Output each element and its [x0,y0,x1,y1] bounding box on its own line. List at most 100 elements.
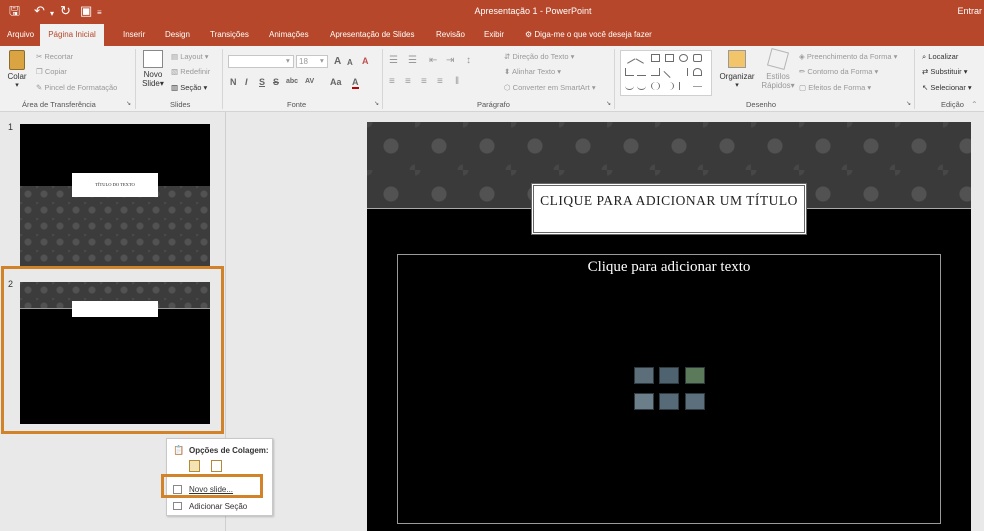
bold-button[interactable]: N [230,77,237,87]
slide-thumbnail-1[interactable]: TÍTULO DO TEXTO [20,124,210,266]
paste-options-icon: 📋 [173,445,185,455]
tab-exibir[interactable]: Exibir [480,24,508,46]
rectangle-shape-icon[interactable] [665,54,674,62]
group-label-drawing: Desenho [746,100,777,109]
shape-fill-button[interactable]: ◈ Preenchimento da Forma ▾ [799,52,897,61]
grow-font-icon[interactable]: A [334,56,341,67]
rectangle-shape-icon[interactable] [651,54,660,62]
increase-indent-icon[interactable]: ⇥ [446,55,454,66]
arc-shape-icon[interactable] [625,82,634,90]
arrow-shape-icon[interactable] [679,68,688,76]
layout-button[interactable]: ▤ Layout ▾ [171,52,209,61]
shadow-button[interactable]: abc [286,78,298,85]
slide-canvas[interactable]: CLIQUE PARA ADICIONAR UM TÍTULO Clique p… [367,122,971,531]
align-text-button[interactable]: ⬍ Alinhar Texto ▾ [504,67,561,76]
menu-item-add-section[interactable]: Adicionar Seção [189,502,247,511]
text-direction-button[interactable]: ⇵ Direção do Texto ▾ [504,52,574,61]
char-spacing-button[interactable]: AV [305,78,314,85]
insert-chart-icon[interactable] [659,367,679,384]
chevron-down-icon[interactable]: ▾ [320,56,324,65]
quick-styles-button[interactable]: Estilos Rápidos▾ [760,47,796,90]
tell-me-box[interactable]: ⚙ Diga-me o que você deseja fazer [521,24,656,46]
arrow-shape-icon[interactable] [635,52,648,64]
shape-outline-button[interactable]: ✏ Contorno da Forma ▾ [799,67,878,76]
section-icon: ▥ [171,83,179,92]
bullets-icon[interactable]: ☰ [389,55,398,66]
insert-picture-icon[interactable] [634,393,654,410]
bracket-shape-icon[interactable] [651,82,660,90]
align-left-icon[interactable]: ≡ [389,76,395,87]
collapse-ribbon-icon[interactable]: ⌃ [971,100,978,109]
paste-button[interactable]: Colar ▾ [4,50,30,90]
tab-design[interactable]: Design [161,24,194,46]
connector-shape-icon[interactable] [637,68,646,76]
title-placeholder[interactable]: CLIQUE PARA ADICIONAR UM TÍTULO [531,183,807,235]
align-right-icon[interactable]: ≡ [421,76,427,87]
elbow-shape-icon[interactable] [651,68,660,76]
rounded-rectangle-shape-icon[interactable] [693,54,702,62]
strikethrough-button[interactable]: S [273,77,279,87]
find-button[interactable]: ⌕ Localizar [922,52,958,62]
content-placeholder[interactable]: Clique para adicionar texto [397,254,941,524]
tab-pagina-inicial[interactable]: Página Inicial [40,24,104,46]
smartart-button[interactable]: ⬡ Converter em SmartArt ▾ [504,83,596,92]
tab-animacoes[interactable]: Animações [265,24,313,46]
dialog-launcher-icon[interactable]: ↘ [606,100,611,107]
arrow-shape-icon[interactable] [663,65,676,79]
divider [914,49,915,109]
oval-shape-icon[interactable] [679,54,688,62]
cut-button[interactable]: ✂ Recortar [36,52,73,61]
arrange-button[interactable]: Organizar ▾ [718,50,756,90]
select-button[interactable]: ↖ Selecionar ▾ [922,83,972,92]
insert-video-icon[interactable] [685,393,705,410]
format-painter-button[interactable]: ✎ Pincel de Formatação [36,83,117,92]
align-text-icon: ⬍ [504,67,511,76]
tab-inserir[interactable]: Inserir [119,24,149,46]
chevron-down-icon: ▾ [15,82,19,89]
wave-shape-icon[interactable] [637,82,646,90]
signin-link[interactable]: Entrar [957,6,982,16]
layout-icon: ▤ [171,52,179,61]
dialog-launcher-icon[interactable]: ↘ [374,100,379,107]
section-button[interactable]: ▥ Seção ▾ [171,83,207,92]
insert-smartart-icon[interactable] [685,367,705,384]
brace-shape-icon[interactable] [665,82,674,90]
clear-formatting-icon[interactable]: A [362,56,369,66]
tab-arquivo[interactable]: Arquivo [3,24,38,46]
font-color-button[interactable]: A [352,77,359,89]
shrink-font-icon[interactable]: A [347,58,353,67]
tab-revisao[interactable]: Revisão [432,24,469,46]
shape-effects-button[interactable]: ▢ Efeitos de Forma ▾ [799,83,871,92]
replace-icon: ⇄ [922,67,929,76]
reset-button[interactable]: ▧ Redefinir [171,67,210,76]
brace-shape-icon[interactable] [679,82,688,90]
line-spacing-icon[interactable]: ↕ [466,55,471,66]
chevron-down-icon[interactable]: ▾ [286,56,290,65]
justify-icon[interactable]: ≡ [437,76,443,87]
shape-effects-label: Efeitos de Forma [808,83,866,92]
copy-button[interactable]: ❐ Copiar [36,67,67,76]
replace-button[interactable]: ⇄ Substituir ▾ [922,67,968,76]
change-case-button[interactable]: Aa [330,77,342,87]
tab-apresentacao[interactable]: Apresentação de Slides [326,24,419,46]
line-shape-icon[interactable] [623,52,636,64]
columns-icon[interactable]: ‖ [455,76,459,87]
dialog-launcher-icon[interactable]: ↘ [906,100,911,107]
curve-shape-icon[interactable] [693,68,702,76]
insert-online-picture-icon[interactable] [659,393,679,410]
underline-button[interactable]: S [259,77,265,87]
paste-keep-formatting-icon[interactable] [189,460,200,472]
new-slide-button[interactable]: Novo Slide▾ [140,50,166,88]
star-shape-icon[interactable] [693,86,702,87]
align-center-icon[interactable]: ≡ [405,76,411,87]
decrease-indent-icon[interactable]: ⇤ [429,55,437,66]
paste-use-destination-icon[interactable] [211,460,222,472]
font-name-input[interactable] [228,55,294,68]
italic-button[interactable]: I [245,77,248,87]
numbering-icon[interactable]: ☰ [408,55,417,66]
insert-table-icon[interactable] [634,367,654,384]
triangle-shape-icon[interactable] [625,68,634,76]
tab-transicoes[interactable]: Transições [206,24,253,46]
dialog-launcher-icon[interactable]: ↘ [126,100,131,107]
shapes-gallery[interactable] [620,50,712,96]
